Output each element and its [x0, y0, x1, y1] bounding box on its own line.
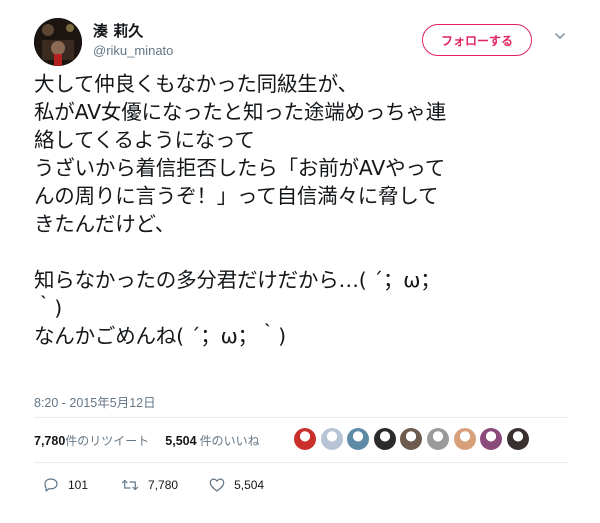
retweet-label[interactable]: 件のリツイート	[65, 432, 149, 449]
chevron-down-icon[interactable]	[553, 28, 567, 42]
liker-avatar[interactable]	[480, 428, 503, 450]
retweet-action-count: 7,780	[148, 478, 179, 492]
retweet-button[interactable]: 7,780	[120, 476, 178, 494]
heart-icon	[209, 478, 225, 492]
liker-avatar[interactable]	[320, 428, 343, 450]
like-count[interactable]: 5,504	[165, 434, 196, 448]
liker-avatars	[294, 428, 533, 450]
liker-avatar[interactable]	[426, 428, 449, 450]
follow-button[interactable]: フォローする	[422, 24, 532, 56]
liker-avatar[interactable]	[373, 428, 396, 450]
like-action-count: 5,504	[234, 478, 265, 492]
display-name[interactable]: 湊 莉久	[93, 20, 143, 41]
action-bar: 101 7,780 5,504	[42, 476, 264, 494]
liker-avatar[interactable]	[347, 428, 370, 450]
liker-avatar[interactable]	[506, 428, 529, 450]
divider	[34, 462, 567, 463]
liker-avatar[interactable]	[400, 428, 423, 450]
user-handle[interactable]: @riku_minato	[93, 43, 173, 58]
reply-icon	[44, 478, 58, 492]
profile-avatar[interactable]	[34, 18, 82, 66]
retweet-count[interactable]: 7,780	[34, 434, 65, 448]
like-button[interactable]: 5,504	[208, 476, 264, 494]
reply-count: 101	[68, 478, 89, 492]
liker-avatar[interactable]	[294, 428, 316, 450]
divider	[34, 417, 567, 418]
retweet-icon	[121, 479, 139, 491]
tweet-text: 大して仲良くもなかった同級生が、 私がAV女優になったと知った途端めっちゃ連 絡…	[34, 72, 447, 348]
reply-button[interactable]: 101	[42, 476, 88, 494]
liker-avatar[interactable]	[453, 428, 476, 450]
tweet-timestamp[interactable]: 8:20 - 2015年5月12日	[34, 392, 156, 411]
tweet-stats: 7,780 件のリツイート 5,504 件のいいね	[34, 432, 260, 449]
like-label[interactable]: 件のいいね	[200, 432, 260, 449]
